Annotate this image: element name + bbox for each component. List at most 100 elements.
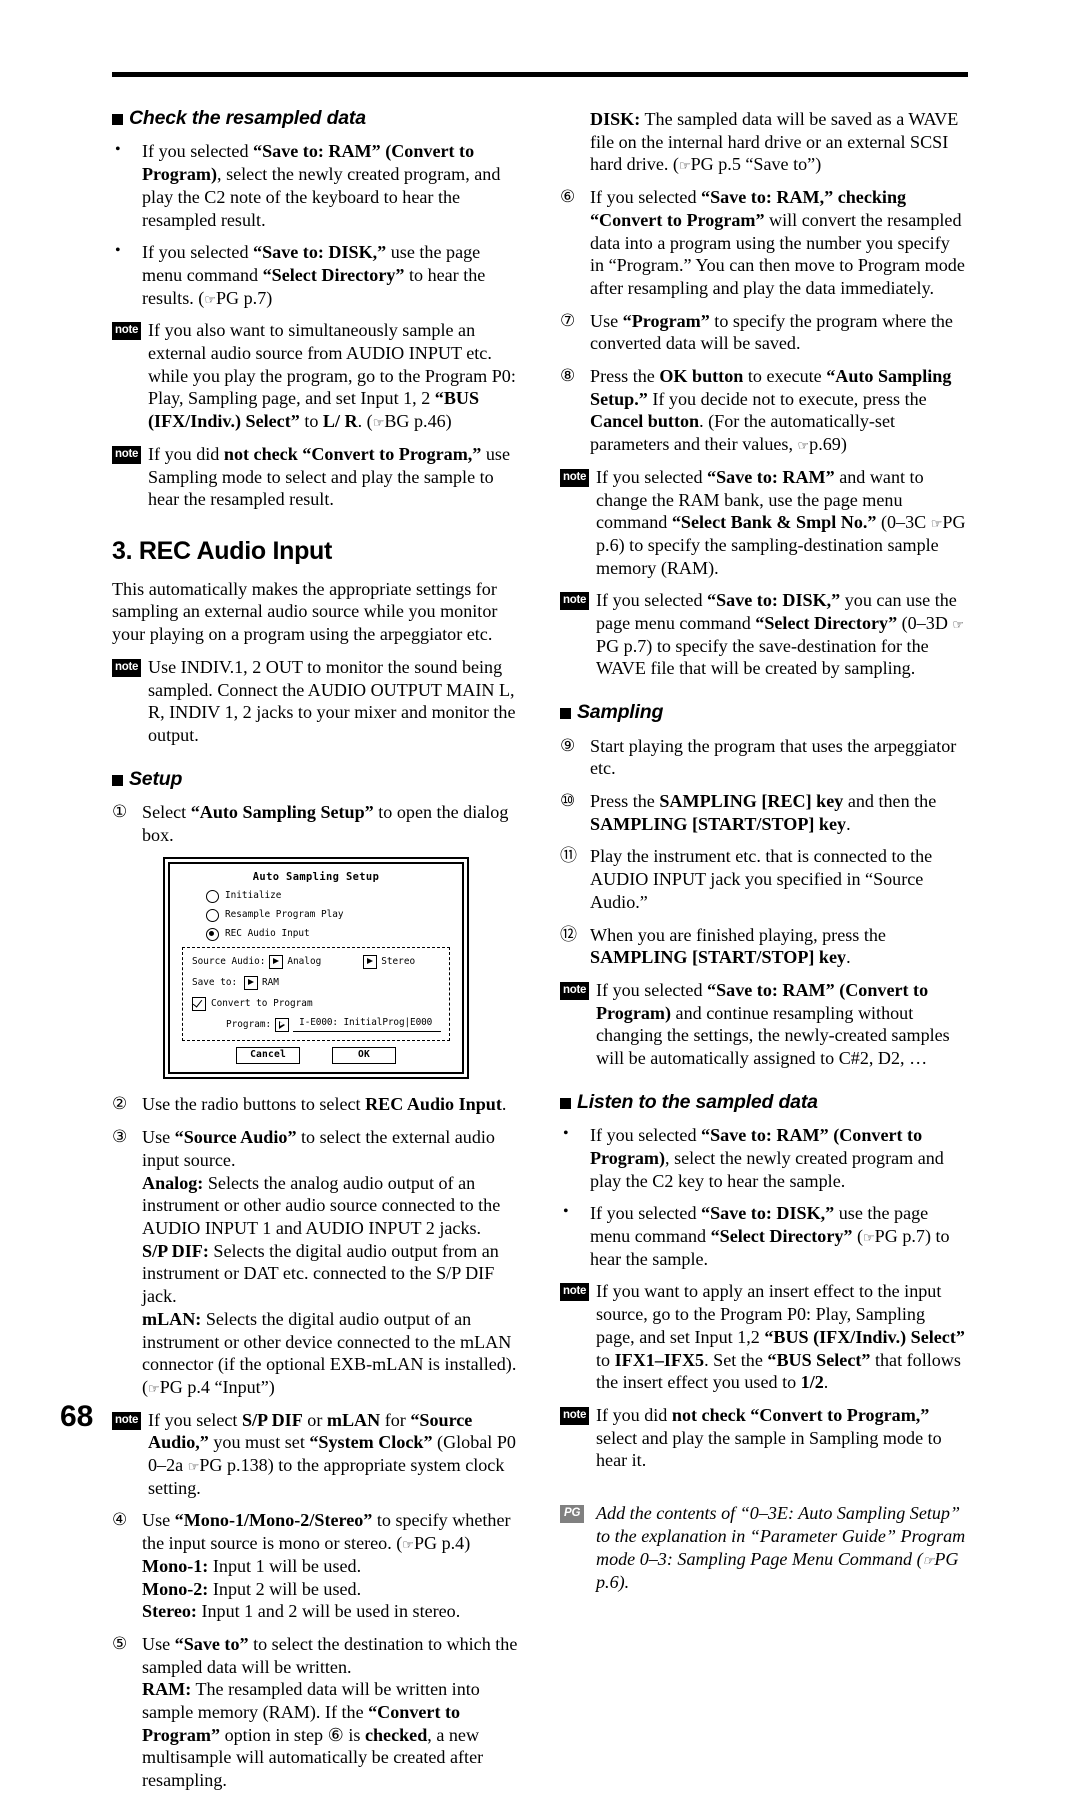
left-column: Check the resampled data • If you select… [112, 107, 520, 1802]
save-to-label: Save to: [192, 976, 238, 988]
checkbox-checked-icon[interactable] [192, 996, 206, 1011]
note-block: note If you selected “Save to: RAM” and … [560, 466, 968, 580]
note-block: note If you want to apply an insert effe… [560, 1280, 968, 1394]
note-text: If you want to apply an insert effect to… [596, 1281, 965, 1393]
radio-option-rec-audio-input[interactable]: REC Audio Input [206, 927, 452, 941]
square-bullet-icon [112, 114, 123, 126]
dropdown-arrow-icon[interactable] [363, 954, 378, 969]
radio-option-initialize[interactable]: Initialize [206, 889, 452, 903]
step-number: ⑫ [560, 924, 577, 944]
auto-sampling-setup-dialog: Auto Sampling Setup Initialize Resample … [168, 861, 464, 1075]
heading-text: Sampling [577, 701, 664, 724]
page-title: 3. REC Audio Input [112, 536, 333, 565]
heading-text: Check the resampled data [129, 107, 366, 129]
pg-note-block: PG Add the contents of “0–3E: Auto Sampl… [560, 1502, 968, 1594]
step-number: ⑪ [560, 846, 577, 866]
bullet-marker: • [563, 1203, 569, 1221]
square-bullet-icon [560, 708, 571, 720]
numbered-step: ④ Use “Mono-1/Mono-2/Stereo” to specify … [112, 1509, 520, 1623]
list-item-text: If you selected “Save to: RAM” (Convert … [142, 141, 501, 230]
step-number: ① [112, 802, 128, 822]
step-text: Use “Mono-1/Mono-2/Stereo” to specify wh… [142, 1510, 511, 1622]
step-text: Press the OK button to execute “Auto Sam… [590, 366, 952, 455]
step-text: Press the SAMPLING [REC] key and then th… [590, 791, 937, 834]
numbered-step: ⑪ Play the instrument etc. that is conne… [560, 845, 968, 913]
convert-to-program-label: Convert to Program [211, 997, 313, 1009]
note-block: note If you did not check “Convert to Pr… [560, 1404, 968, 1472]
cancel-button[interactable]: Cancel [236, 1046, 300, 1065]
note-text: Use INDIV.1, 2 OUT to monitor the sound … [148, 656, 516, 745]
note-block: note Use INDIV.1, 2 OUT to monitor the s… [112, 656, 520, 747]
note-text: If you also want to simultaneously sampl… [148, 320, 516, 432]
radio-label: REC Audio Input [225, 928, 310, 940]
note-text: If you select S/P DIF or mLAN for “Sourc… [148, 1409, 516, 1498]
step-number: ⑥ [560, 187, 576, 207]
step-text: Use the radio buttons to select REC Audi… [142, 1094, 507, 1115]
note-badge-icon: note [560, 1283, 590, 1302]
list-item-text: If you selected “Save to: DISK,” use the… [142, 242, 486, 308]
heading-text: Listen to the sampled data [577, 1090, 818, 1113]
section-heading-listen-to-sampled-data: Listen to the sampled data [560, 1090, 968, 1113]
section-heading-sampling: Sampling [560, 701, 968, 724]
convert-to-program-row[interactable]: Convert to Program [192, 996, 441, 1011]
step-number: ⑧ [560, 366, 576, 386]
radio-button-icon[interactable] [206, 889, 219, 903]
radio-label: Initialize [225, 890, 282, 902]
section-heading-setup: Setup [112, 767, 520, 790]
list-item: • If you selected “Save to: RAM” (Conver… [560, 1124, 968, 1192]
save-to-value[interactable]: RAM [262, 977, 279, 988]
disk-description: DISK: The sampled data will be saved as … [560, 108, 968, 176]
dropdown-arrow-icon[interactable] [269, 954, 284, 969]
right-column: DISK: The sampled data will be saved as … [560, 108, 968, 1604]
bullet-marker: • [115, 242, 121, 260]
step-text: Start playing the program that uses the … [590, 735, 957, 779]
note-block: note If you selected “Save to: RAM” (Con… [560, 979, 968, 1070]
numbered-step: ③ Use “Source Audio” to select the exter… [112, 1126, 520, 1398]
note-badge-icon: note [560, 592, 590, 611]
radio-button-icon[interactable] [206, 908, 219, 922]
manual-page: Check the resampled data • If you select… [0, 0, 1080, 1790]
note-text: If you did not check “Convert to Program… [596, 1404, 942, 1471]
note-block: note If you select S/P DIF or mLAN for “… [112, 1409, 520, 1500]
heading-text: Setup [129, 767, 183, 790]
step-text: Use “Save to” to select the destination … [142, 1633, 518, 1791]
note-badge-icon: note [112, 1411, 142, 1430]
source-audio-label: Source Audio: [192, 955, 266, 967]
note-block: note If you selected “Save to: DISK,” yo… [560, 589, 968, 680]
section-heading-check-resampled-data: Check the resampled data [112, 107, 520, 129]
dropdown-arrow-icon[interactable] [244, 975, 258, 990]
radio-option-resample-program-play[interactable]: Resample Program Play [206, 908, 452, 922]
note-block: note If you did not check “Convert to Pr… [112, 443, 520, 511]
numbered-step: ⑫ When you are finished playing, press t… [560, 924, 968, 969]
bullet-marker: • [563, 1125, 569, 1143]
ok-button[interactable]: OK [332, 1046, 396, 1065]
dropdown-arrow-icon[interactable] [275, 1017, 290, 1032]
disk-description-text: DISK: The sampled data will be saved as … [590, 109, 959, 175]
dialog-title: Auto Sampling Setup [252, 870, 380, 883]
list-item: • If you selected “Save to: DISK,” use t… [112, 241, 520, 309]
channel-mode-value[interactable]: Stereo [381, 956, 415, 967]
note-badge-icon: note [560, 981, 590, 1000]
note-text: If you did not check “Convert to Program… [148, 443, 510, 510]
page-number: 68 [60, 1400, 94, 1433]
step-number: ⑦ [560, 310, 576, 330]
numbered-step: ⑩ Press the SAMPLING [REC] key and then … [560, 790, 968, 835]
source-audio-value[interactable]: Analog [287, 956, 321, 967]
list-item-text: If you selected “Save to: RAM” (Convert … [590, 1125, 944, 1191]
program-row: Program: I-E000: InitialProg|E000 [226, 1017, 441, 1032]
step-number: ③ [112, 1127, 128, 1147]
list-item-text: If you selected “Save to: DISK,” use the… [590, 1203, 950, 1269]
step-text: Play the instrument etc. that is connect… [590, 846, 933, 912]
numbered-step: ① Select “Auto Sampling Setup” to open t… [112, 801, 520, 846]
dialog-button-row: Cancel OK [180, 1046, 452, 1065]
note-block: note If you also want to simultaneously … [112, 319, 520, 433]
step-text: Use “Source Audio” to select the externa… [142, 1127, 517, 1397]
save-to-row: Save to: RAM [192, 975, 441, 990]
radio-button-selected-icon[interactable] [206, 927, 219, 941]
note-text: If you selected “Save to: RAM” (Convert … [596, 979, 950, 1069]
numbered-step: ② Use the radio buttons to select REC Au… [112, 1093, 520, 1116]
step-number: ⑨ [560, 735, 576, 755]
program-value[interactable]: I-E000: InitialProg|E000 [293, 1017, 441, 1032]
step-number: ⑤ [112, 1633, 128, 1653]
source-audio-row: Source Audio: Analog Stereo [192, 954, 441, 969]
